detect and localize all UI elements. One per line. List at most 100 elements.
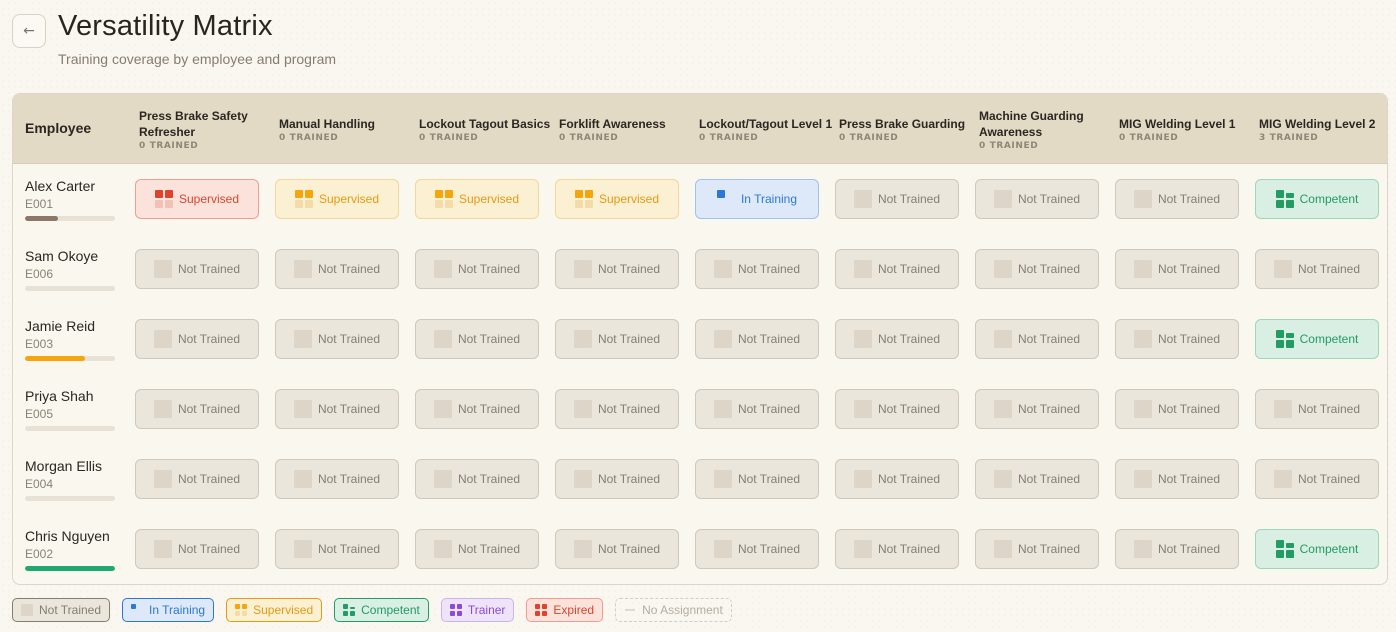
training-status-cell[interactable]: Not Trained: [1115, 179, 1239, 219]
program-column-header[interactable]: Lockout/Tagout Level 10 TRAINED: [699, 94, 839, 164]
training-status-cell[interactable]: Not Trained: [135, 529, 259, 569]
employee-name[interactable]: Chris Nguyen: [25, 528, 110, 544]
training-status-cell[interactable]: Not Trained: [835, 459, 959, 499]
trained-count: 0 TRAINED: [839, 132, 899, 143]
training-status-cell[interactable]: Not Trained: [695, 529, 819, 569]
training-status-cell[interactable]: Competent: [1255, 529, 1379, 569]
training-status-cell[interactable]: Not Trained: [135, 319, 259, 359]
empty-square-icon: [573, 330, 592, 348]
employee-name[interactable]: Priya Shah: [25, 388, 93, 404]
empty-square-icon: [853, 260, 872, 278]
training-status-cell[interactable]: Not Trained: [275, 319, 399, 359]
status-label: Not Trained: [737, 332, 801, 346]
coverage-progress-bar: [25, 356, 115, 361]
training-status-cell[interactable]: Not Trained: [135, 459, 259, 499]
training-status-cell[interactable]: Not Trained: [555, 319, 679, 359]
training-status-cell[interactable]: Supervised: [555, 179, 679, 219]
status-label: Not Trained: [1017, 472, 1081, 486]
training-status-cell[interactable]: Not Trained: [975, 179, 1099, 219]
status-label: Not Trained: [1157, 192, 1221, 206]
training-status-cell[interactable]: Not Trained: [275, 459, 399, 499]
training-status-cell[interactable]: Not Trained: [135, 249, 259, 289]
empty-square-icon: [1133, 470, 1152, 488]
legend-item-sup: Supervised: [226, 598, 323, 622]
training-status-cell[interactable]: Supervised: [275, 179, 399, 219]
status-label: Not Trained: [177, 332, 241, 346]
training-status-cell[interactable]: Not Trained: [1115, 249, 1239, 289]
training-status-cell[interactable]: Supervised: [415, 179, 539, 219]
training-status-cell[interactable]: Not Trained: [1115, 389, 1239, 429]
employee-name[interactable]: Alex Carter: [25, 178, 95, 194]
training-status-cell[interactable]: Not Trained: [975, 389, 1099, 429]
trained-count: 0 TRAINED: [979, 140, 1039, 151]
training-status-cell[interactable]: Not Trained: [415, 459, 539, 499]
training-status-cell[interactable]: Not Trained: [1115, 459, 1239, 499]
empty-square-icon: [853, 190, 872, 208]
program-column-header[interactable]: MIG Welding Level 23 TRAINED: [1259, 94, 1387, 164]
training-status-cell[interactable]: Not Trained: [555, 459, 679, 499]
empty-square-icon: [713, 400, 732, 418]
program-name: Manual Handling: [279, 116, 375, 131]
table-row: Morgan Ellis E004 Not Trained Not Trained No…: [13, 444, 1387, 514]
coverage-progress-bar: [25, 216, 115, 221]
back-button[interactable]: ←: [12, 14, 46, 48]
legend-item-int: In Training: [122, 598, 215, 622]
training-status-cell[interactable]: Not Trained: [695, 319, 819, 359]
in-training-icon: [716, 190, 735, 208]
program-column-header[interactable]: Forklift Awareness 0 TRAINED: [559, 94, 699, 164]
training-status-cell[interactable]: Not Trained: [695, 249, 819, 289]
training-status-cell[interactable]: Not Trained: [835, 319, 959, 359]
training-status-cell[interactable]: Not Trained: [1255, 389, 1379, 429]
training-status-cell[interactable]: Not Trained: [555, 529, 679, 569]
status-label: Not Trained: [877, 262, 941, 276]
legend-item-comp: Competent: [334, 598, 429, 622]
table-row: Chris Nguyen E002 Not Trained Not Trained No…: [13, 514, 1387, 584]
program-column-header[interactable]: Press Brake Safety Refresher 0 TRAINED: [139, 94, 279, 164]
program-column-header[interactable]: Lockout Tagout Basics 0 TRAINED: [419, 94, 559, 164]
status-label: Not Trained: [457, 472, 521, 486]
training-status-cell[interactable]: Not Trained: [555, 249, 679, 289]
training-status-cell[interactable]: Not Trained: [135, 389, 259, 429]
training-status-cell[interactable]: Not Trained: [975, 529, 1099, 569]
training-status-cell[interactable]: Not Trained: [415, 319, 539, 359]
training-status-cell[interactable]: Not Trained: [1115, 529, 1239, 569]
status-label: Not Trained: [317, 542, 381, 556]
in-training-icon: [131, 604, 143, 616]
training-status-cell[interactable]: Not Trained: [835, 249, 959, 289]
training-status-cell[interactable]: Not Trained: [1255, 249, 1379, 289]
training-status-cell[interactable]: Not Trained: [835, 529, 959, 569]
training-status-cell[interactable]: Not Trained: [695, 459, 819, 499]
training-status-cell[interactable]: In Training: [695, 179, 819, 219]
training-status-cell[interactable]: Competent: [1255, 319, 1379, 359]
training-status-cell[interactable]: Not Trained: [415, 529, 539, 569]
coverage-progress-bar: [25, 566, 115, 571]
training-status-cell[interactable]: Not Trained: [275, 529, 399, 569]
program-column-header[interactable]: Machine Guarding Awareness 0 TRAINED: [979, 94, 1119, 164]
empty-square-icon: [853, 400, 872, 418]
employee-name[interactable]: Jamie Reid: [25, 318, 95, 334]
training-status-cell[interactable]: Not Trained: [275, 249, 399, 289]
status-label: Not Trained: [317, 262, 381, 276]
training-status-cell[interactable]: Not Trained: [975, 319, 1099, 359]
employee-name[interactable]: Sam Okoye: [25, 248, 98, 264]
training-status-cell[interactable]: Competent: [1255, 179, 1379, 219]
training-status-cell[interactable]: Not Trained: [835, 389, 959, 429]
training-status-cell[interactable]: Not Trained: [415, 389, 539, 429]
dash-icon: [624, 604, 636, 616]
training-status-cell[interactable]: Not Trained: [835, 179, 959, 219]
training-status-cell[interactable]: Not Trained: [1115, 319, 1239, 359]
program-column-header[interactable]: MIG Welding Level 10 TRAINED: [1119, 94, 1259, 164]
training-status-cell[interactable]: Not Trained: [555, 389, 679, 429]
training-status-cell[interactable]: Not Trained: [275, 389, 399, 429]
program-column-header[interactable]: Press Brake Guarding 0 TRAINED: [839, 94, 979, 164]
training-status-cell[interactable]: Not Trained: [695, 389, 819, 429]
employee-name[interactable]: Morgan Ellis: [25, 458, 102, 474]
training-status-cell[interactable]: Not Trained: [1255, 459, 1379, 499]
training-status-cell[interactable]: Not Trained: [975, 459, 1099, 499]
program-column-header[interactable]: Manual Handling 0 TRAINED: [279, 94, 419, 164]
status-label: Supervised: [458, 192, 520, 206]
training-status-cell[interactable]: Not Trained: [415, 249, 539, 289]
training-status-cell[interactable]: Supervised: [135, 179, 259, 219]
training-status-cell[interactable]: Not Trained: [975, 249, 1099, 289]
empty-square-icon: [713, 540, 732, 558]
